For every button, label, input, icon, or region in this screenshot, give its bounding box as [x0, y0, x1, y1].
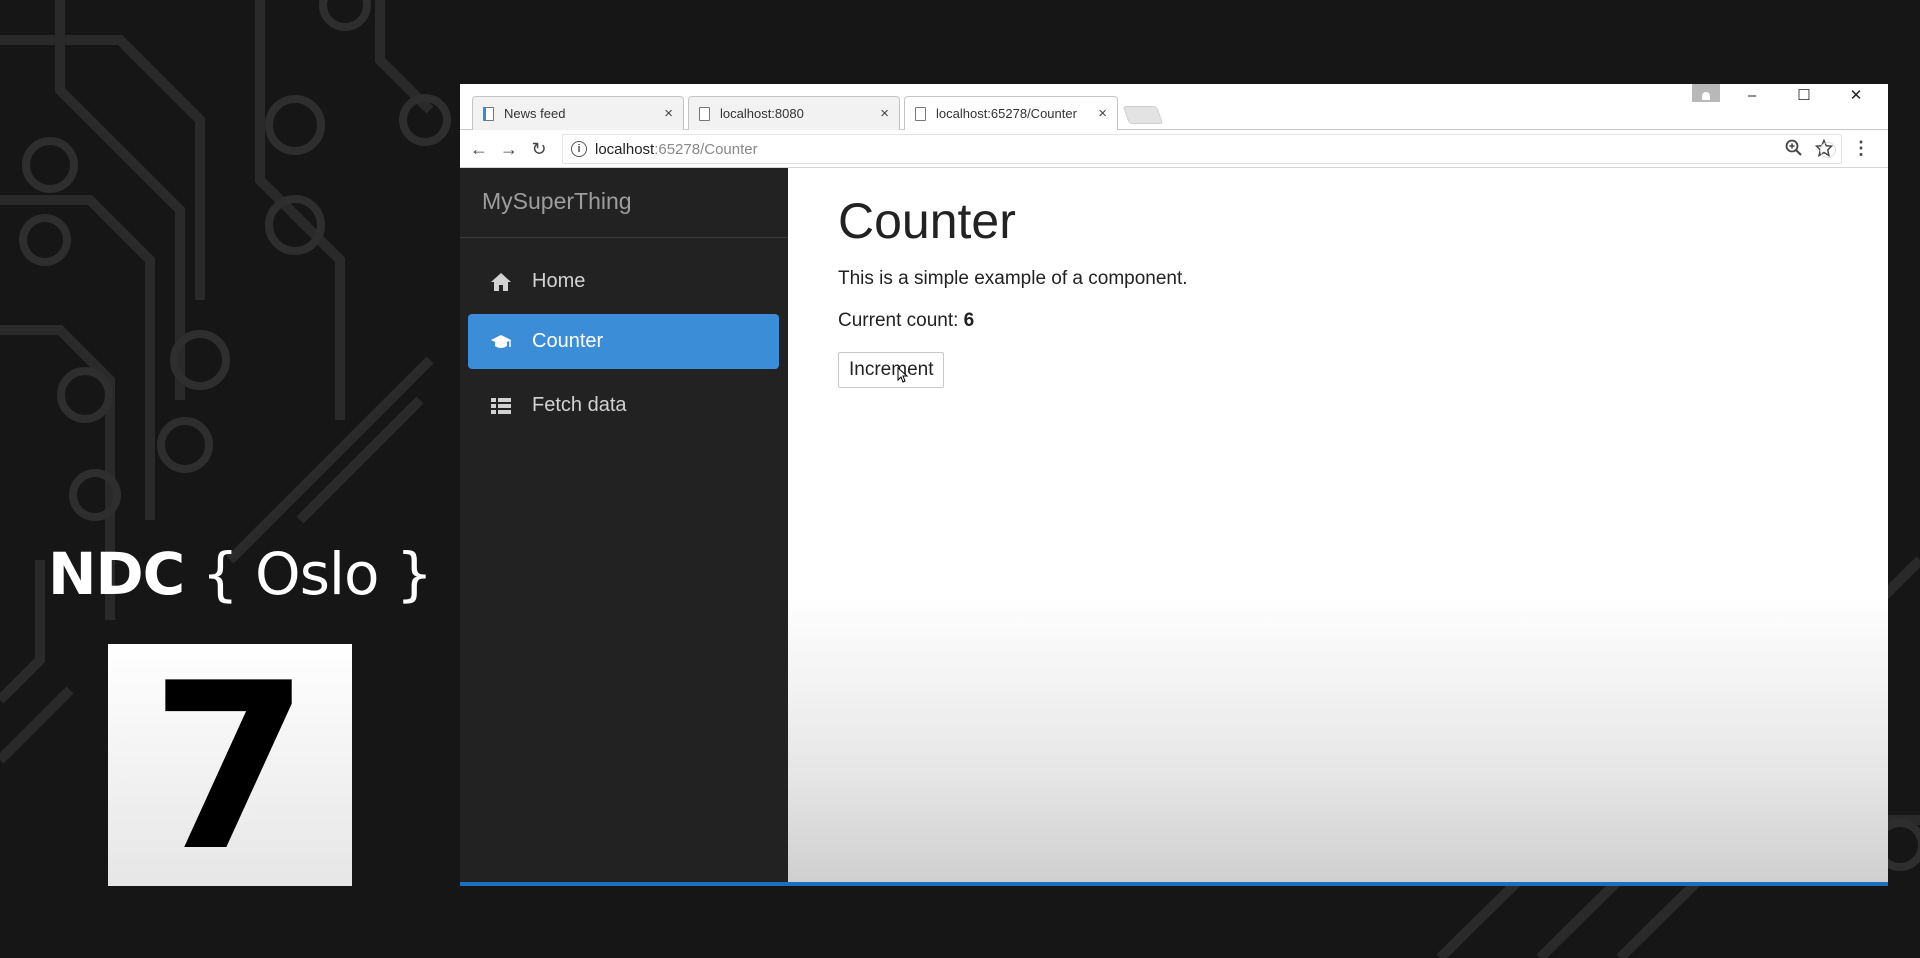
sidebar-item-counter[interactable]: Counter [468, 314, 779, 369]
app-brand[interactable]: MySuperThing [460, 168, 788, 238]
tab-close-icon[interactable]: × [880, 105, 889, 122]
back-button[interactable]: ← [466, 136, 492, 162]
page-description: This is a simple example of a component. [838, 268, 1188, 289]
page-favicon-icon [915, 106, 926, 121]
main-content: Counter This is a simple example of a co… [788, 168, 1888, 882]
day-number: 7 [149, 635, 311, 902]
zoom-icon[interactable] [1785, 139, 1803, 157]
tab-localhost-counter[interactable]: localhost:65278/Counter × [904, 96, 1118, 130]
sidebar-item-fetch-data[interactable]: Fetch data [468, 378, 779, 433]
sidebar-item-label: Home [532, 270, 586, 292]
home-icon [490, 272, 512, 292]
profile-icon[interactable] [1692, 84, 1720, 102]
increment-button-label: Increment [849, 359, 934, 380]
sidebar: MySuperThing Home Counter Fetch data [460, 168, 788, 882]
ndc-logo-bold: NDC [48, 540, 185, 608]
news-feed-favicon-icon [483, 106, 494, 121]
site-info-icon[interactable]: i [571, 141, 587, 157]
close-window-button[interactable]: ✕ [1830, 84, 1882, 106]
sidebar-item-label: Counter [532, 330, 604, 352]
browser-window: News feed × localhost:8080 × localhost:6… [460, 84, 1888, 886]
browser-toolbar: ← → ↻ i localhost:65278/Counter ⋮ [460, 130, 1888, 168]
sidebar-item-label: Fetch data [532, 394, 627, 416]
tab-label: News feed [504, 106, 566, 121]
tab-strip: News feed × localhost:8080 × localhost:6… [460, 84, 1888, 130]
current-count-line: Current count: 6 [838, 310, 1888, 332]
ndc-logo-city: { Oslo } [201, 540, 433, 608]
ndc-oslo-logo: NDC { Oslo } [48, 540, 433, 608]
current-count-label: Current count: [838, 310, 964, 331]
tab-localhost-8080[interactable]: localhost:8080 × [688, 96, 900, 130]
address-bar[interactable]: i localhost:65278/Counter [562, 134, 1842, 164]
mouse-cursor-icon [897, 367, 909, 383]
increment-button[interactable]: Increment [838, 352, 945, 388]
new-tab-button[interactable] [1122, 106, 1164, 124]
url-host: localhost [595, 140, 655, 158]
current-count-value: 6 [963, 310, 975, 331]
sidebar-item-home[interactable]: Home [468, 254, 779, 309]
list-icon [490, 396, 512, 416]
tab-label: localhost:65278/Counter [936, 106, 1077, 121]
graduation-cap-icon [490, 332, 512, 352]
extension-icon[interactable] [1820, 142, 1836, 158]
forward-button[interactable]: → [496, 136, 522, 162]
tab-news-feed[interactable]: News feed × [472, 96, 684, 130]
maximize-button[interactable]: ☐ [1778, 84, 1830, 106]
reload-button[interactable]: ↻ [526, 136, 552, 162]
minimize-button[interactable]: – [1726, 84, 1778, 106]
tab-label: localhost:8080 [720, 106, 804, 121]
tab-close-icon[interactable]: × [1098, 105, 1107, 122]
browser-menu-icon[interactable]: ⋮ [1852, 138, 1870, 159]
page-title: Counter [838, 193, 1016, 249]
app-page: MySuperThing Home Counter Fetch data Cou… [460, 168, 1888, 882]
tab-close-icon[interactable]: × [664, 105, 673, 122]
day-number-box: 7 [108, 644, 352, 886]
url-path: :65278/Counter [654, 140, 758, 158]
page-favicon-icon [699, 106, 710, 121]
